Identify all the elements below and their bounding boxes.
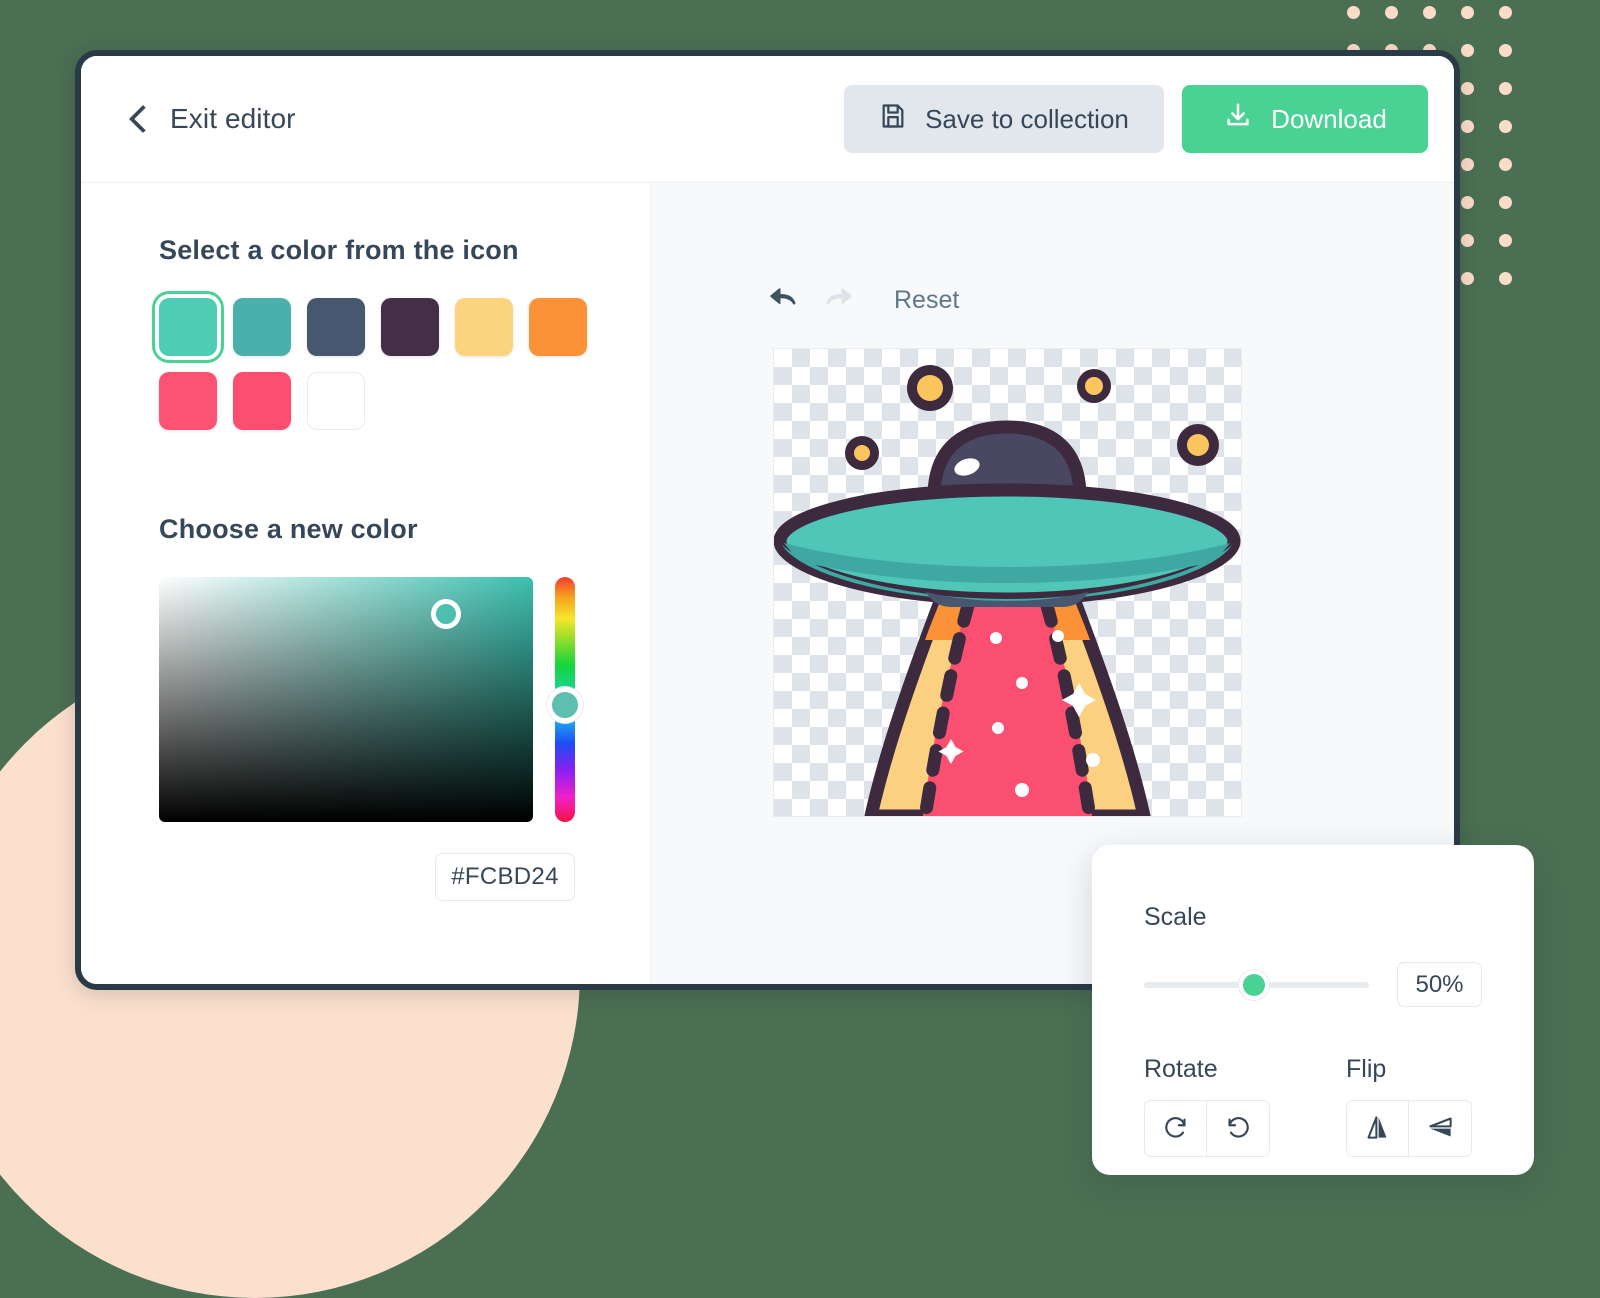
decorative-dot xyxy=(1461,234,1474,247)
download-icon xyxy=(1223,101,1253,138)
reset-button[interactable]: Reset xyxy=(894,286,959,315)
saturation-handle[interactable] xyxy=(431,599,461,629)
decorative-dot xyxy=(1499,44,1512,57)
rotate-counterclockwise-icon xyxy=(1225,1114,1252,1144)
decorative-dot xyxy=(1499,272,1512,285)
ufo-illustration xyxy=(774,365,1241,816)
decorative-dot xyxy=(1499,196,1512,209)
swatch-light-yellow[interactable] xyxy=(455,298,513,356)
swatch-mint[interactable] xyxy=(159,298,217,356)
exit-editor-label: Exit editor xyxy=(170,103,296,134)
flip-vertical-button[interactable] xyxy=(1409,1100,1472,1157)
decorative-dot xyxy=(1423,6,1436,19)
rotate-button-pair xyxy=(1144,1100,1270,1157)
color-swatch-grid xyxy=(159,298,599,430)
scale-slider[interactable] xyxy=(1144,969,1369,1000)
color-sidebar: Select a color from the icon Choose a ne… xyxy=(81,183,651,984)
rotate-label: Rotate xyxy=(1144,1055,1218,1083)
scale-value-input[interactable] xyxy=(1397,962,1482,1007)
transform-actions: Rotate Flip xyxy=(1144,1055,1482,1157)
save-to-collection-label: Save to collection xyxy=(925,103,1129,134)
exit-editor-button[interactable]: Exit editor xyxy=(128,103,296,135)
decorative-dot xyxy=(1499,6,1512,19)
rotate-counterclockwise-button[interactable] xyxy=(1207,1100,1270,1157)
decorative-dot xyxy=(1499,82,1512,95)
scale-slider-thumb[interactable] xyxy=(1239,969,1269,1000)
download-button[interactable]: Download xyxy=(1182,85,1428,153)
swatch-plum[interactable] xyxy=(381,298,439,356)
color-picker xyxy=(159,577,650,822)
swatch-teal[interactable] xyxy=(233,298,291,356)
swatch-pink-1[interactable] xyxy=(159,372,217,430)
rotate-group: Rotate xyxy=(1144,1055,1270,1157)
decorative-dot xyxy=(1461,6,1474,19)
hue-slider[interactable] xyxy=(547,577,583,822)
download-label: Download xyxy=(1271,103,1387,134)
decorative-dot xyxy=(1347,6,1360,19)
artwork-canvas[interactable] xyxy=(773,348,1242,817)
swatch-orange[interactable] xyxy=(529,298,587,356)
select-color-heading: Select a color from the icon xyxy=(159,235,519,265)
header-actions: Save to collection Download xyxy=(844,85,1428,153)
swatch-white[interactable] xyxy=(307,372,365,430)
flip-horizontal-button[interactable] xyxy=(1346,1100,1409,1157)
save-to-collection-button[interactable]: Save to collection xyxy=(844,85,1164,153)
undo-button[interactable] xyxy=(766,283,800,317)
decorative-dot xyxy=(1461,44,1474,57)
flip-horizontal-icon xyxy=(1364,1114,1391,1144)
choose-new-color-heading: Choose a new color xyxy=(159,514,418,544)
redo-button[interactable] xyxy=(822,283,856,317)
transform-panel: Scale Rotate xyxy=(1092,845,1534,1175)
flip-group: Flip xyxy=(1346,1055,1472,1157)
decorative-dot xyxy=(1461,120,1474,133)
flip-label: Flip xyxy=(1346,1055,1387,1083)
flip-vertical-icon xyxy=(1427,1114,1454,1144)
preview-toolbar: Reset xyxy=(766,283,959,317)
flip-button-pair xyxy=(1346,1100,1472,1157)
rotate-clockwise-button[interactable] xyxy=(1144,1100,1207,1157)
window-header: Exit editor Save to collection Download xyxy=(81,56,1454,183)
decorative-dot xyxy=(1499,120,1512,133)
rotate-clockwise-icon xyxy=(1162,1114,1189,1144)
swatch-pink-2[interactable] xyxy=(233,372,291,430)
undo-arrow-icon xyxy=(768,286,798,315)
saturation-brightness-box[interactable] xyxy=(159,577,533,822)
chevron-left-icon xyxy=(128,104,158,134)
swatch-slate[interactable] xyxy=(307,298,365,356)
scale-label: Scale xyxy=(1144,903,1207,931)
hex-input-row xyxy=(159,853,575,901)
decorative-dot xyxy=(1499,158,1512,171)
decorative-dot xyxy=(1461,196,1474,209)
scale-row xyxy=(1144,962,1482,1007)
decorative-dot xyxy=(1461,82,1474,95)
floppy-disk-icon xyxy=(879,102,907,137)
decorative-dot xyxy=(1461,272,1474,285)
decorative-dot xyxy=(1461,158,1474,171)
decorative-dot xyxy=(1385,6,1398,19)
hue-handle[interactable] xyxy=(547,687,583,723)
hex-color-input[interactable] xyxy=(435,853,575,901)
decorative-dot xyxy=(1499,234,1512,247)
redo-arrow-icon xyxy=(824,286,854,315)
